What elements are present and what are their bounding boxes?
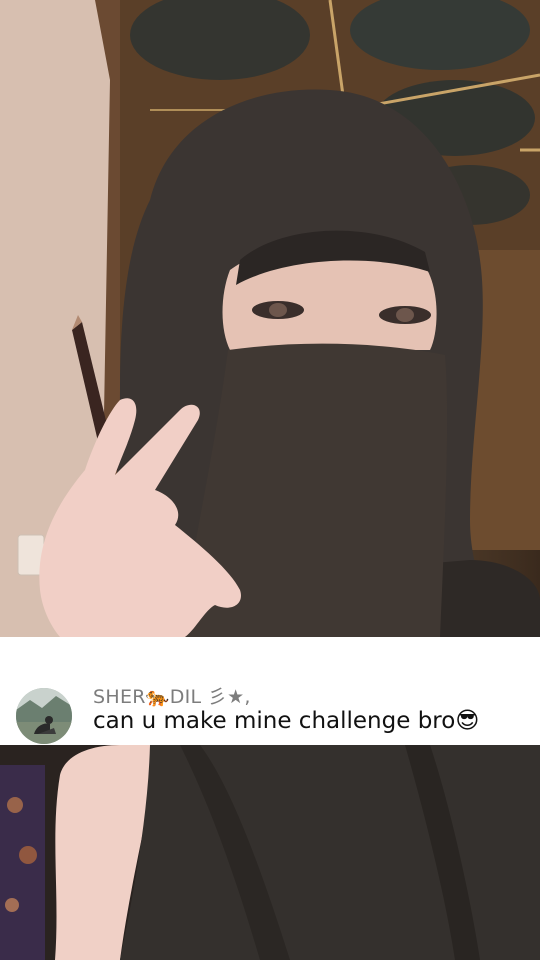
comment-text: can u make mine challenge bro😎 xyxy=(93,708,480,734)
video-bottom-section[interactable] xyxy=(0,745,540,960)
commenter-avatar[interactable] xyxy=(16,688,72,744)
avatar-photo-icon xyxy=(16,688,72,744)
video-scene-top xyxy=(0,0,540,637)
video-top-section[interactable] xyxy=(0,0,540,637)
video-scene-bottom xyxy=(0,745,540,960)
comment-username[interactable]: SHER🐅DIL 彡★, xyxy=(93,682,251,709)
video-frame[interactable]: SHER🐅DIL 彡★, can u make mine challenge b… xyxy=(0,0,540,960)
